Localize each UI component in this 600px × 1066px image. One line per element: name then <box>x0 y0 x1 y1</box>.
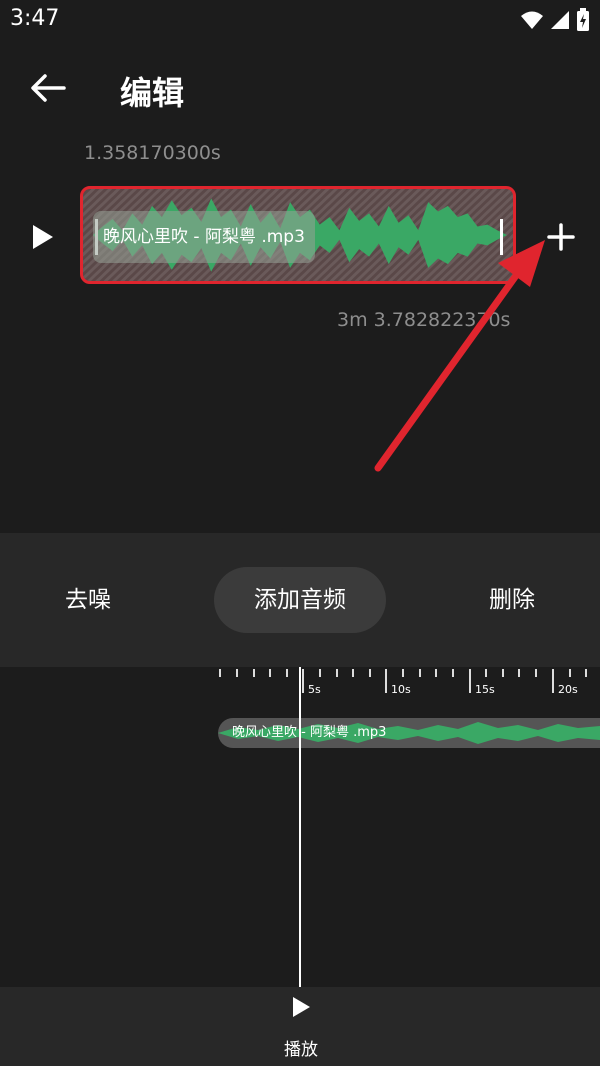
wifi-icon <box>521 11 543 29</box>
play-label[interactable]: 播放 <box>280 1035 322 1060</box>
delete-button[interactable]: 删除 <box>470 567 554 633</box>
app-bar: 编辑 <box>0 44 600 134</box>
status-time: 3:47 <box>10 6 60 31</box>
signal-icon <box>551 11 569 29</box>
tick-label: 15s <box>475 683 495 696</box>
trim-handle-right[interactable] <box>500 219 503 255</box>
action-bar: 去噪 添加音频 删除 <box>0 533 600 667</box>
battery-icon <box>577 8 589 31</box>
back-arrow-icon[interactable] <box>28 72 68 104</box>
clip-filename: 晚风心里吹 - 阿梨粤 .mp3 <box>93 211 315 263</box>
play-icon[interactable] <box>290 995 312 1019</box>
bottom-bar: 播放 <box>0 987 600 1066</box>
tick-label: 20s <box>558 683 578 696</box>
clip-start-time: 1.358170300s <box>84 142 221 164</box>
audio-clip[interactable]: 晚风心里吹 - 阿梨粤 .mp3 <box>80 186 516 284</box>
status-icons <box>520 8 590 32</box>
track-label: 晚风心里吹 - 阿梨粤 .mp3 <box>232 725 387 740</box>
denoise-button[interactable]: 去噪 <box>46 567 130 633</box>
page-title: 编辑 <box>120 74 185 112</box>
timeline-track[interactable]: 晚风心里吹 - 阿梨粤 .mp3 <box>218 718 600 748</box>
tick-label: 5s <box>308 683 321 696</box>
tick-label: 10s <box>391 683 411 696</box>
play-icon[interactable] <box>28 222 56 252</box>
clip-end-time: 3m 3.782822370s <box>337 309 511 331</box>
add-audio-button[interactable]: 添加音频 <box>214 567 386 633</box>
playhead[interactable] <box>299 667 301 987</box>
status-bar: 3:47 <box>0 0 600 44</box>
add-icon[interactable] <box>544 220 578 254</box>
